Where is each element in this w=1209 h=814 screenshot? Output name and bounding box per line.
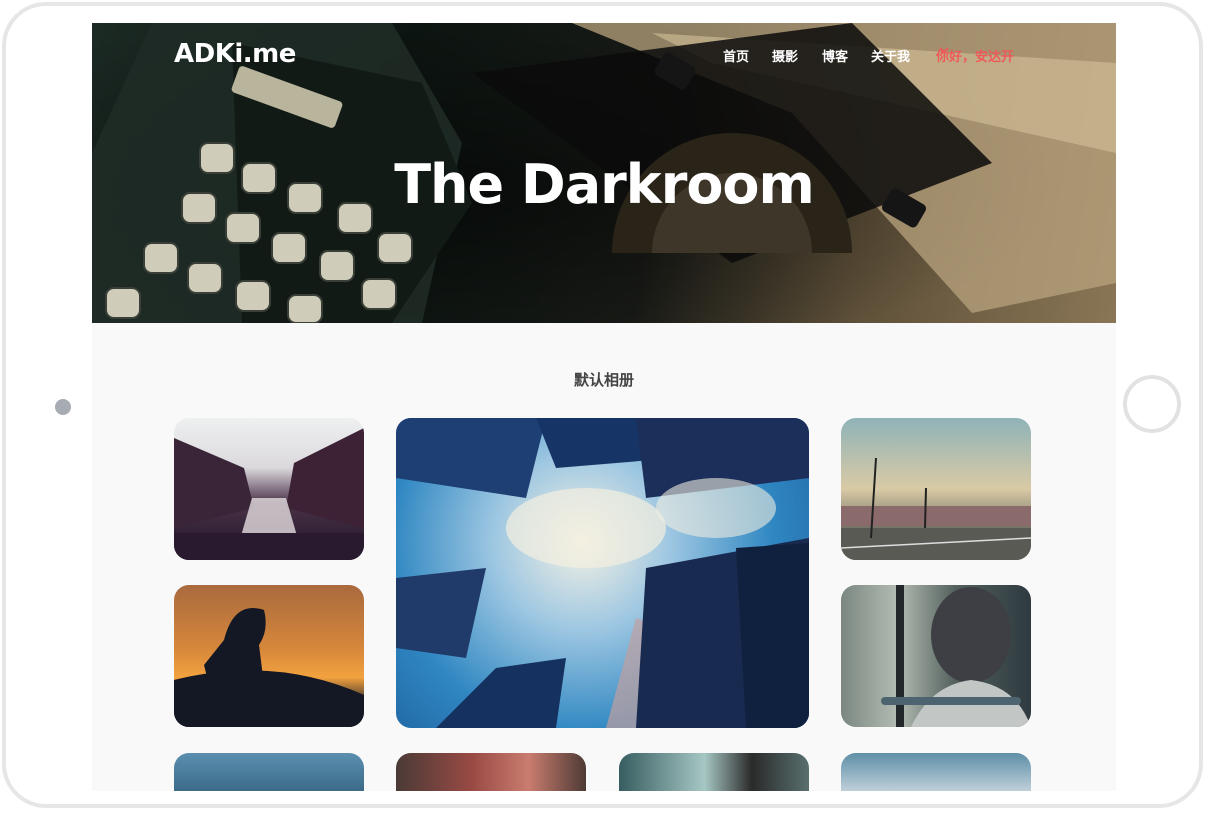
photo-tile-city-skyline[interactable] [174,753,364,791]
home-button[interactable] [1123,375,1181,433]
hero-title: The Darkroom [394,153,815,216]
nav-item-photography[interactable]: 摄影 [772,46,798,65]
camera-dot [55,399,71,415]
nav-item-blog[interactable]: 博客 [822,46,848,65]
photo-tile-canal[interactable] [174,418,364,560]
screen: ADKi.me 首页 摄影 博客 关于我 你好，安达开 The Darkroom… [92,23,1116,791]
photo-tile-skyscrapers[interactable] [396,418,809,728]
photo-tile-mountain-birds[interactable] [841,753,1031,791]
hero-banner: ADKi.me 首页 摄影 博客 关于我 你好，安达开 The Darkroom [92,23,1116,323]
nav-item-home[interactable]: 首页 [723,46,749,65]
photo-tile-man-portrait[interactable] [619,753,809,791]
photo-tile-red-door[interactable] [396,753,586,791]
nav-user-menu[interactable]: 你好，安达开 [936,46,1014,65]
photo-tile-bus[interactable] [841,585,1031,727]
album-title: 默认相册 [573,371,634,389]
photo-tile-silhouette[interactable] [174,585,364,727]
chevron-down-icon [939,47,949,54]
site-brand[interactable]: ADKi.me [174,39,296,69]
photo-tile-railway[interactable] [841,418,1031,560]
nav-item-about[interactable]: 关于我 [871,46,910,65]
